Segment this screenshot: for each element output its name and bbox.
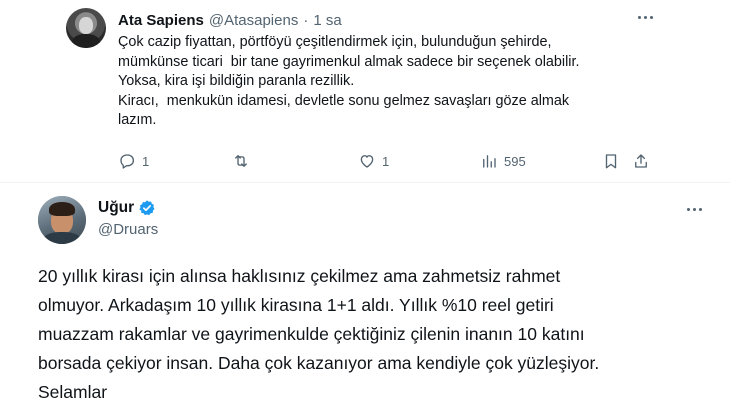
- main-author-name[interactable]: Uğur: [98, 199, 134, 217]
- header-separator: ·: [303, 11, 309, 29]
- views-button[interactable]: 595: [480, 150, 526, 172]
- bookmark-button[interactable]: [602, 150, 620, 172]
- parent-text-line: Yoksa, kira işi bildiğin paranla rezilli…: [118, 73, 355, 89]
- verified-badge-icon[interactable]: [138, 199, 156, 217]
- main-author-avatar[interactable]: [38, 196, 86, 244]
- retweet-icon: [235, 155, 247, 167]
- reply-count: 1: [142, 153, 150, 169]
- like-icon: [360, 155, 374, 168]
- parent-text-line: lazım.: [118, 112, 157, 128]
- like-count: 1: [382, 153, 390, 169]
- parent-tweet[interactable]: Ata Sapiens @Atasapiens · 1 sa Çok cazip…: [0, 0, 730, 182]
- retweet-button[interactable]: [232, 150, 256, 172]
- avatar-shirt: [42, 232, 82, 244]
- parent-tweet-actions: 1 1 595: [110, 150, 650, 172]
- main-author-handle[interactable]: @Druars: [98, 221, 158, 238]
- main-tweet-text: 20 yıllık kirası için alınsa haklısınız …: [38, 262, 718, 407]
- views-icon: [483, 155, 496, 168]
- parent-author-handle[interactable]: @Atasapiens: [209, 12, 298, 29]
- reply-button[interactable]: 1: [118, 150, 149, 172]
- parent-author-avatar[interactable]: [66, 8, 106, 48]
- avatar-body: [72, 34, 100, 48]
- parent-text-line: Çok cazip fiyattan, pörtföyü çeşitlendir…: [118, 34, 552, 50]
- main-text-line: 20 yıllık kirası için alınsa haklısınız …: [38, 266, 561, 286]
- parent-more-icon[interactable]: [634, 10, 656, 24]
- avatar-face: [79, 17, 93, 34]
- main-text-line: Selamlar: [38, 382, 108, 402]
- parent-text-line: Kiracı, menkukün idamesi, devletle sonu …: [118, 92, 570, 109]
- like-button[interactable]: 1: [358, 150, 389, 172]
- main-text-line: muazzam rakamlar ve gayrimenkulde çektiğ…: [38, 324, 585, 344]
- avatar-hair: [49, 202, 75, 216]
- parent-text-line: mümkünse ticari bir tane gayrimenkul alm…: [118, 53, 580, 70]
- share-button[interactable]: [632, 150, 650, 172]
- main-text-line: borsada çekiyor insan. Daha çok kazanıyo…: [38, 353, 600, 373]
- parent-tweet-time[interactable]: 1 sa: [313, 12, 341, 29]
- parent-tweet-header: Ata Sapiens @Atasapiens · 1 sa: [118, 10, 342, 30]
- main-more-icon[interactable]: [683, 202, 705, 216]
- tweet-divider: [0, 182, 730, 183]
- view-count: 595: [504, 153, 526, 169]
- main-author-name-row: Uğur: [98, 198, 156, 218]
- share-icon: [635, 154, 647, 168]
- main-text-line: olmuyor. Arkadaşım 10 yıllık kirasına 1+…: [38, 295, 554, 315]
- parent-author-name[interactable]: Ata Sapiens: [118, 12, 204, 29]
- bookmark-icon: [605, 154, 617, 169]
- parent-tweet-text: Çok cazip fiyattan, pörtföyü çeşitlendir…: [118, 33, 638, 131]
- reply-icon: [120, 154, 135, 169]
